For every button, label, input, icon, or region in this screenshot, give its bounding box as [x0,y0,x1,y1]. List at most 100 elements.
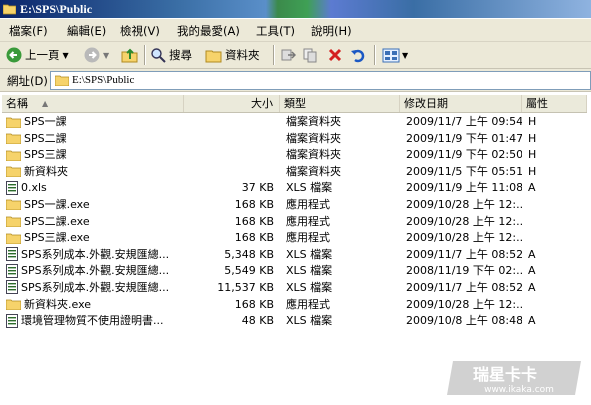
file-name: SPS系列成本.外觀.安規匯總... [21,247,170,261]
file-date: 2009/11/9 下午 01:47 [406,131,522,145]
file-date: 2009/11/7 上午 08:52 [406,280,522,294]
title-bar[interactable]: E:\SPS\Public [0,0,591,18]
file-name-cell: SPS一課 [6,113,184,130]
folders-icon [205,50,222,62]
list-item[interactable]: SPS一課.exe 168 KB 應用程式 2009/10/28 上午 12:.… [2,196,587,213]
move-to-icon [281,49,296,61]
column-header-size[interactable]: 大小 [184,95,280,112]
file-type: XLS 檔案 [286,247,333,261]
views-button[interactable]: ▼ [382,45,408,65]
column-header-attr[interactable]: 屬性 [522,95,587,112]
menu-favorites[interactable]: 我的最愛(A) [177,23,240,39]
file-type: 應用程式 [286,214,330,228]
list-item[interactable]: SPS二課 檔案資料夾 2009/11/9 下午 01:47 H [2,130,587,147]
list-item[interactable]: SPS一課 檔案資料夾 2009/11/7 上午 09:54 H [2,113,587,130]
list-header: 名稱 ▲ 大小 類型 修改日期 屬性 [2,95,587,113]
back-button[interactable]: 上一頁 ▼ [6,45,69,65]
watermark-logo-text: 瑞星卡卡 [473,365,537,384]
up-folder-button[interactable] [121,45,139,65]
file-date: 2009/10/28 上午 12:... [406,214,522,228]
excel-file-icon [6,180,18,195]
list-item[interactable]: 新資料夾.exe 168 KB 應用程式 2009/10/28 上午 12:..… [2,296,587,313]
file-type: 檔案資料夾 [286,115,341,128]
file-date: 2009/11/7 上午 09:54 [406,115,522,128]
folders-button[interactable]: 資料夾 [205,45,260,65]
move-to-button[interactable] [280,45,296,65]
search-button[interactable]: 搜尋 [150,45,192,65]
address-input[interactable]: E:\SPS\Public [50,71,591,90]
chevron-down-icon[interactable]: ▼ [63,51,69,60]
file-name-cell: SPS系列成本.外觀.安規匯總... [6,246,184,263]
file-name: 環境管理物質不使用證明書... [21,314,164,328]
file-size: 37 KB [241,181,274,195]
column-size-label: 大小 [251,97,273,110]
folder-icon [3,4,16,15]
file-attr [528,213,568,230]
file-type: 應用程式 [286,197,330,211]
file-name: 0.xls [21,181,47,195]
file-attr: A [528,314,536,328]
chevron-down-icon[interactable]: ▼ [402,51,408,60]
folder-icon [6,233,21,244]
column-header-type[interactable]: 類型 [280,95,400,112]
folder-icon [6,166,21,178]
column-name-label: 名稱 [6,97,28,110]
excel-file-icon [6,280,18,295]
file-name: 新資料夾 [24,164,68,178]
folder-icon [6,150,21,161]
file-name-cell: SPS一課.exe [6,196,184,213]
file-date: 2009/10/28 上午 12:... [406,231,522,245]
file-size [184,163,274,180]
list-item[interactable]: SPS系列成本.外觀.安規匯總... 5,348 KB XLS 檔案 2009/… [2,246,587,263]
list-item[interactable]: SPS系列成本.外觀.安規匯總... 5,549 KB XLS 檔案 2008/… [2,262,587,279]
file-name-cell: 環境管理物質不使用證明書... [6,312,184,329]
list-item[interactable]: SPS系列成本.外觀.安規匯總... 11,537 KB XLS 檔案 2009… [2,279,587,296]
forward-button[interactable]: ▼ [84,45,109,65]
address-label: 網址(D) [7,74,48,88]
list-item[interactable]: 新資料夾 檔案資料夾 2009/11/5 下午 05:51 H [2,163,587,180]
excel-file-icon [6,263,18,278]
file-attr: H [528,164,537,178]
file-type: 應用程式 [286,231,330,245]
file-date: 2009/11/5 下午 05:51 [406,164,522,178]
menu-view[interactable]: 檢視(V) [120,23,160,39]
list-item[interactable]: 環境管理物質不使用證明書... 48 KB XLS 檔案 2009/10/8 上… [2,312,587,329]
menu-bar: 檔案(F) 編輯(E) 檢視(V) 我的最愛(A) 工具(T) 說明(H) [0,19,591,42]
file-type: XLS 檔案 [286,181,333,195]
column-header-date[interactable]: 修改日期 [400,95,522,112]
file-name-cell: SPS三課 [6,146,184,163]
file-name: SPS一課 [24,115,67,128]
column-header-name[interactable]: 名稱 ▲ [2,95,184,112]
file-name-cell: SPS三課.exe [6,229,184,246]
list-item[interactable]: SPS三課 檔案資料夾 2009/11/9 下午 02:50 H [2,146,587,163]
file-attr: A [528,280,536,294]
menu-edit[interactable]: 編輯(E) [67,23,106,39]
column-date-label: 修改日期 [404,97,448,110]
menu-file[interactable]: 檔案(F) [9,23,48,39]
copy-to-icon [303,48,317,63]
list-item[interactable]: SPS三課.exe 168 KB 應用程式 2009/10/28 上午 12:.… [2,229,587,246]
list-item[interactable]: SPS二課.exe 168 KB 應用程式 2009/10/28 上午 12:.… [2,213,587,230]
file-name: 新資料夾.exe [24,297,92,311]
file-name: SPS系列成本.外觀.安規匯總... [21,264,170,278]
forward-arrow-icon [84,47,100,63]
chevron-down-icon[interactable]: ▼ [103,51,109,60]
file-type: 檔案資料夾 [286,131,341,145]
file-name-cell: 新資料夾 [6,163,184,180]
excel-file-icon [6,247,18,262]
menu-tools[interactable]: 工具(T) [256,23,295,39]
excel-file-icon [6,313,18,328]
file-name-cell: SPS二課 [6,130,184,147]
copy-to-button[interactable] [303,45,319,65]
file-name: SPS三課 [24,148,67,162]
list-item[interactable]: 0.xls 37 KB XLS 檔案 2009/11/9 上午 11:08 A [2,179,587,196]
delete-button[interactable] [327,45,343,65]
file-attr: H [528,131,537,145]
undo-button[interactable] [350,45,366,65]
address-value: E:\SPS\Public [72,74,135,86]
menu-help[interactable]: 說明(H) [311,23,352,39]
folders-label: 資料夾 [225,48,260,62]
toolbar: 上一頁 ▼ ▼ 搜尋 資料夾 ▼ [0,42,591,69]
file-type: 檔案資料夾 [286,164,341,178]
file-size: 168 KB [234,197,274,211]
